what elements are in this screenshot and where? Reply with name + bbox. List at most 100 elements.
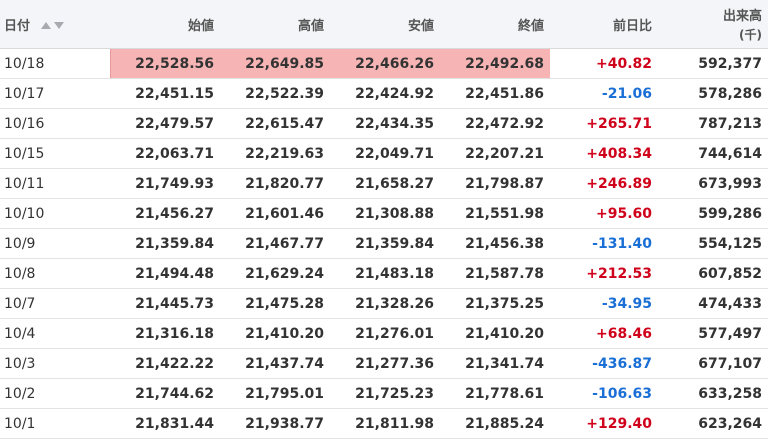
- sort-descending-icon[interactable]: [53, 21, 64, 29]
- low-price-cell: 21,658.27: [330, 168, 440, 199]
- close-price-cell: 21,341.74: [440, 348, 550, 379]
- change-cell: +68.46: [550, 318, 658, 349]
- high-price-cell: 22,649.85: [220, 48, 330, 79]
- high-price-cell: 21,629.24: [220, 258, 330, 289]
- volume-column-header: 出来高 (千): [658, 0, 768, 49]
- open-price-cell: 21,316.18: [110, 318, 220, 349]
- high-price-cell: 21,437.74: [220, 348, 330, 379]
- open-column-header: 始値: [110, 0, 220, 49]
- date-cell: 10/8: [0, 258, 110, 289]
- date-cell: 10/4: [0, 318, 110, 349]
- volume-cell: 577,497: [658, 318, 768, 349]
- sort-controls[interactable]: [40, 21, 64, 29]
- close-column-header: 終値: [440, 0, 550, 49]
- change-cell: +212.53: [550, 258, 658, 289]
- high-price-cell: 22,615.47: [220, 108, 330, 139]
- open-price-cell: 21,359.84: [110, 228, 220, 259]
- open-price-cell: 21,831.44: [110, 408, 220, 439]
- volume-cell: 592,377: [658, 48, 768, 79]
- high-price-cell: 21,795.01: [220, 378, 330, 409]
- close-price-cell: 21,410.20: [440, 318, 550, 349]
- high-price-cell: 21,475.28: [220, 288, 330, 319]
- table-row: 10/17 22,451.15 22,522.39 22,424.92 22,451.8…: [0, 78, 768, 109]
- close-price-cell: 21,885.24: [440, 408, 550, 439]
- change-column-header: 前日比: [550, 0, 658, 49]
- date-cell: 10/7: [0, 288, 110, 319]
- table-row: 10/7 21,445.73 21,475.28 21,328.26 21,375.25…: [0, 288, 768, 319]
- date-column-header[interactable]: 日付: [0, 0, 110, 49]
- high-price-cell: 22,522.39: [220, 78, 330, 109]
- change-cell: +246.89: [550, 168, 658, 199]
- open-price-cell: 21,456.27: [110, 198, 220, 229]
- volume-cell: 623,264: [658, 408, 768, 439]
- change-cell: +408.34: [550, 138, 658, 169]
- high-price-cell: 21,467.77: [220, 228, 330, 259]
- change-cell: -131.40: [550, 228, 658, 259]
- low-price-cell: 21,725.23: [330, 378, 440, 409]
- date-cell: 10/3: [0, 348, 110, 379]
- open-price-cell: 21,494.48: [110, 258, 220, 289]
- table-row: 10/16 22,479.57 22,615.47 22,434.35 22,472.9…: [0, 108, 768, 139]
- date-cell: 10/16: [0, 108, 110, 139]
- date-cell: 10/10: [0, 198, 110, 229]
- date-cell: 10/1: [0, 408, 110, 439]
- close-price-cell: 21,587.78: [440, 258, 550, 289]
- close-price-cell: 22,207.21: [440, 138, 550, 169]
- date-cell: 10/2: [0, 378, 110, 409]
- table-header-row: 日付 始値 高値 安値 終値 前日比 出来高 (千): [0, 0, 768, 49]
- high-column-header: 高値: [220, 0, 330, 49]
- low-price-cell: 21,328.26: [330, 288, 440, 319]
- volume-cell: 633,258: [658, 378, 768, 409]
- table-row: 10/3 21,422.22 21,437.74 21,277.36 21,341.74…: [0, 348, 768, 379]
- volume-cell: 578,286: [658, 78, 768, 109]
- open-price-cell: 21,744.62: [110, 378, 220, 409]
- change-cell: -21.06: [550, 78, 658, 109]
- change-cell: -106.63: [550, 378, 658, 409]
- open-price-cell: 21,749.93: [110, 168, 220, 199]
- close-price-cell: 22,492.68: [440, 48, 550, 79]
- volume-cell: 673,993: [658, 168, 768, 199]
- volume-cell: 744,614: [658, 138, 768, 169]
- close-price-cell: 21,798.87: [440, 168, 550, 199]
- change-cell: +265.71: [550, 108, 658, 139]
- table-row: 10/4 21,316.18 21,410.20 21,276.01 21,410.20…: [0, 318, 768, 349]
- volume-cell: 677,107: [658, 348, 768, 379]
- table-row: 10/11 21,749.93 21,820.77 21,658.27 21,798.8…: [0, 168, 768, 199]
- date-cell: 10/15: [0, 138, 110, 169]
- table-row: 10/1 21,831.44 21,938.77 21,811.98 21,885.24…: [0, 408, 768, 439]
- sort-ascending-icon[interactable]: [40, 21, 51, 29]
- low-price-cell: 22,049.71: [330, 138, 440, 169]
- table-row: 10/18 22,528.56 22,649.85 22,466.26 22,492.6…: [0, 48, 768, 79]
- close-price-cell: 22,472.92: [440, 108, 550, 139]
- table-row: 10/15 22,063.71 22,219.63 22,049.71 22,207.2…: [0, 138, 768, 169]
- low-price-cell: 21,276.01: [330, 318, 440, 349]
- change-cell: -34.95: [550, 288, 658, 319]
- high-price-cell: 21,938.77: [220, 408, 330, 439]
- change-cell: -436.87: [550, 348, 658, 379]
- table-row: 10/8 21,494.48 21,629.24 21,483.18 21,587.78…: [0, 258, 768, 289]
- volume-cell: 554,125: [658, 228, 768, 259]
- low-price-cell: 21,277.36: [330, 348, 440, 379]
- date-cell: 10/17: [0, 78, 110, 109]
- open-price-cell: 22,528.56: [110, 48, 220, 79]
- close-price-cell: 21,375.25: [440, 288, 550, 319]
- close-price-cell: 22,451.86: [440, 78, 550, 109]
- change-cell: +95.60: [550, 198, 658, 229]
- change-cell: +40.82: [550, 48, 658, 79]
- table-row: 10/9 21,359.84 21,467.77 21,359.84 21,456.38…: [0, 228, 768, 259]
- table-row: 10/10 21,456.27 21,601.46 21,308.88 21,551.9…: [0, 198, 768, 229]
- volume-cell: 787,213: [658, 108, 768, 139]
- high-price-cell: 21,601.46: [220, 198, 330, 229]
- volume-cell: 474,433: [658, 288, 768, 319]
- date-cell: 10/9: [0, 228, 110, 259]
- low-price-cell: 22,434.35: [330, 108, 440, 139]
- volume-cell: 599,286: [658, 198, 768, 229]
- open-price-cell: 22,451.15: [110, 78, 220, 109]
- high-price-cell: 21,410.20: [220, 318, 330, 349]
- high-price-cell: 22,219.63: [220, 138, 330, 169]
- open-price-cell: 21,445.73: [110, 288, 220, 319]
- stock-price-table: 日付 始値 高値 安値 終値 前日比 出来高 (千) 10/18 22,528.5…: [0, 0, 768, 439]
- open-price-cell: 21,422.22: [110, 348, 220, 379]
- low-price-cell: 21,308.88: [330, 198, 440, 229]
- close-price-cell: 21,551.98: [440, 198, 550, 229]
